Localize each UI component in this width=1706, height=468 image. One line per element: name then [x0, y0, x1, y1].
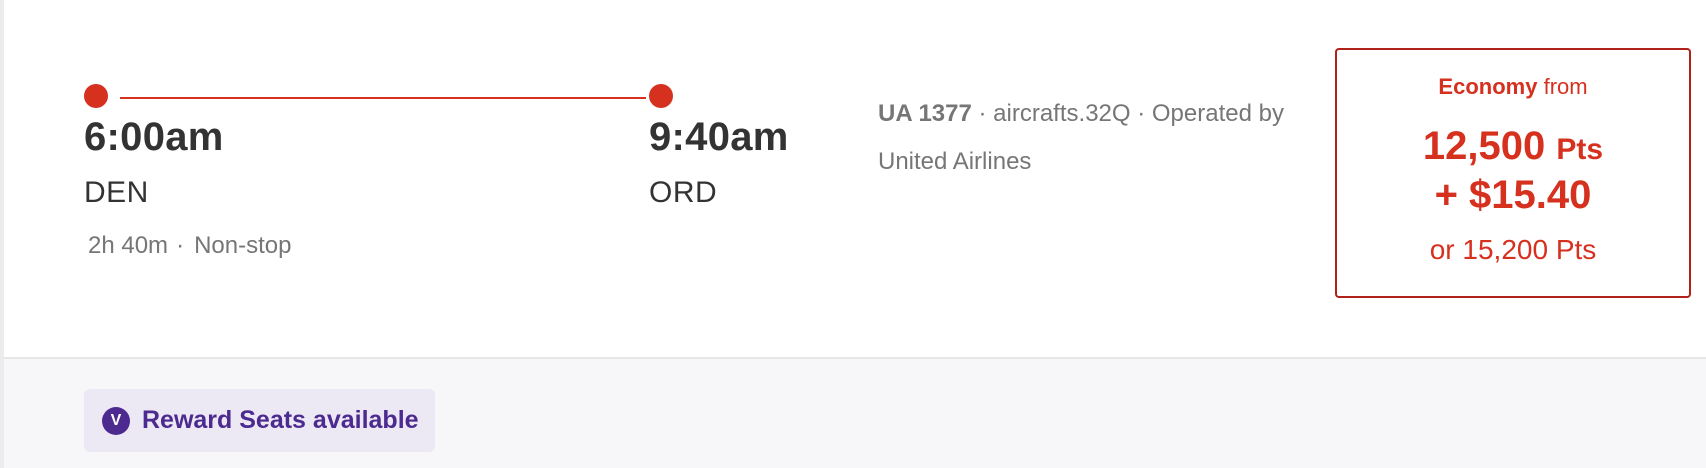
flight-info: UA 1377 · aircrafts.32Q · Operated by Un…: [878, 90, 1308, 186]
reward-seats-label: Reward Seats available: [142, 406, 419, 434]
departure-airport: DEN: [84, 176, 149, 209]
arrival-dot-icon: [649, 84, 673, 108]
arrival-time: 9:40am: [649, 115, 789, 159]
flight-card: 6:00am DEN 9:40am ORD 2h 40m · Non-stop …: [4, 0, 1706, 358]
fare-cabin: Economy from: [1337, 74, 1689, 100]
flight-duration: 2h 40m: [88, 232, 169, 259]
arrival-airport: ORD: [649, 176, 718, 209]
cabin-class: Economy: [1438, 74, 1538, 99]
fare-points: 12,500 Pts: [1337, 122, 1689, 174]
reward-seats-badge: V Reward Seats available: [84, 389, 435, 452]
stops-label: Non-stop: [194, 232, 292, 259]
points-unit: Pts: [1556, 133, 1604, 166]
departure-time: 6:00am: [84, 115, 224, 159]
fare-alternative: or 15,200 Pts: [1429, 234, 1597, 265]
fare-cash: + $15.40: [1434, 173, 1592, 217]
velocity-v-icon: V: [102, 406, 130, 435]
separator: ·: [176, 232, 185, 259]
points-value: 12,500: [1422, 124, 1546, 168]
route-line: [120, 97, 646, 99]
flight-number: UA 1377: [878, 100, 972, 127]
duration-row: 2h 40m · Non-stop: [88, 232, 291, 260]
from-label: from: [1543, 74, 1588, 99]
economy-fare-button[interactable]: Economy from 12,500 Pts + $15.40 or 15,2…: [1335, 48, 1691, 298]
departure-dot-icon: [84, 84, 108, 108]
